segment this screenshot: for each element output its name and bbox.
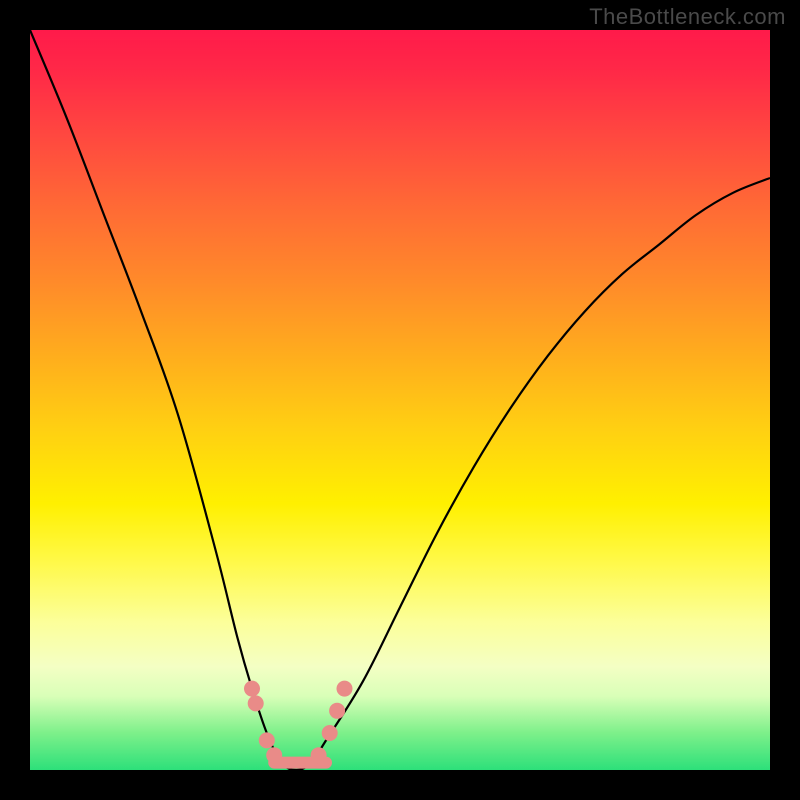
marker-dot <box>266 747 282 763</box>
marker-dot <box>311 747 327 763</box>
marker-dot <box>244 681 260 697</box>
marker-dot <box>248 695 264 711</box>
watermark-text: TheBottleneck.com <box>589 4 786 30</box>
curve-group <box>30 30 770 770</box>
chart-area <box>30 30 770 770</box>
highlight-markers <box>244 681 353 764</box>
marker-dot <box>259 732 275 748</box>
chart-svg <box>30 30 770 770</box>
marker-dot <box>322 725 338 741</box>
bottleneck-curve <box>30 30 770 770</box>
marker-dot <box>329 703 345 719</box>
marker-dot <box>337 681 353 697</box>
